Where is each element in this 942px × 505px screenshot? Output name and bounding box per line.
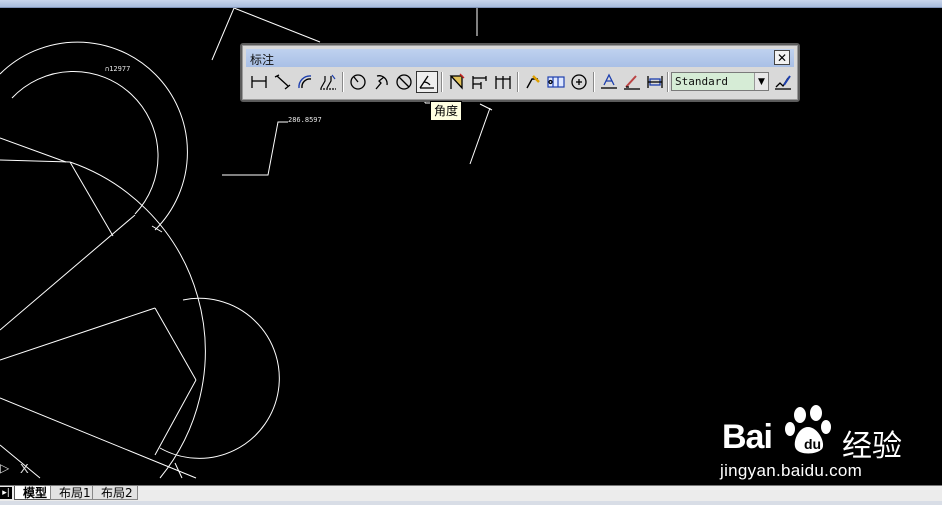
dim-text-arc: ∩12977 bbox=[105, 65, 131, 73]
arc-length-button[interactable] bbox=[294, 71, 316, 93]
toolbar-button-row: Standard ▼ bbox=[248, 70, 792, 96]
line-3 bbox=[69, 161, 114, 237]
close-icon: ✕ bbox=[776, 50, 788, 65]
chevron-down-icon[interactable]: ▼ bbox=[754, 73, 768, 90]
line-top-4 bbox=[469, 107, 491, 165]
tab-nav-arrow-icon[interactable]: ▸| bbox=[0, 487, 12, 499]
ucs-arrow-icon: ▷ bbox=[0, 461, 10, 475]
dimension-text-edit-icon bbox=[624, 75, 640, 90]
center-mark-button[interactable] bbox=[568, 71, 590, 93]
toolbar-close-button[interactable]: ✕ bbox=[774, 50, 790, 65]
angular-dimension-icon bbox=[419, 75, 434, 89]
dim-tick bbox=[151, 225, 163, 233]
center-mark-icon bbox=[571, 74, 587, 90]
baseline-dimension-icon bbox=[472, 76, 487, 89]
ordinate-dimension-button[interactable] bbox=[317, 71, 339, 93]
diameter-dimension-icon bbox=[396, 74, 412, 90]
dim-text-length: 286.8597 bbox=[288, 116, 322, 124]
radius-dimension-button[interactable] bbox=[347, 71, 369, 93]
leader-line bbox=[222, 121, 288, 176]
baidu-paw-icon: du bbox=[785, 405, 831, 454]
ucs-x-label: X bbox=[20, 461, 29, 476]
arc-length-icon bbox=[298, 75, 312, 89]
tab-model-label: 模型 bbox=[23, 486, 48, 500]
tab-layout1[interactable]: 布局1 bbox=[50, 486, 96, 500]
dimension-text-edit-button[interactable] bbox=[621, 71, 643, 93]
paw-du-text: du bbox=[804, 436, 821, 452]
toolbar-separator bbox=[593, 72, 595, 92]
quick-leader-button[interactable] bbox=[522, 71, 544, 93]
line-1 bbox=[0, 137, 67, 163]
dimension-style-icon bbox=[775, 75, 791, 90]
jogged-dimension-icon bbox=[375, 75, 388, 90]
continue-dimension-icon bbox=[495, 76, 511, 89]
line-5 bbox=[0, 307, 156, 361]
tab-layout1-label: 布局1 bbox=[59, 486, 91, 500]
diameter-dimension-button[interactable] bbox=[393, 71, 415, 93]
tolerance-button[interactable] bbox=[545, 71, 567, 93]
quick-dimension-icon bbox=[449, 73, 465, 90]
toolbar-separator bbox=[342, 72, 344, 92]
tooltip-angular: 角度 bbox=[430, 101, 463, 121]
linear-dimension-icon bbox=[251, 76, 267, 88]
quick-dimension-button[interactable] bbox=[446, 71, 468, 93]
toolbar-separator bbox=[517, 72, 519, 92]
dimension-update-icon bbox=[647, 76, 663, 88]
radius-dimension-icon bbox=[350, 74, 366, 90]
tab-model[interactable]: 模型 bbox=[14, 486, 53, 500]
layout-tab-bar: ▸| 模型 布局1 布局2 bbox=[0, 485, 942, 505]
arc-outer bbox=[0, 41, 188, 231]
line-2 bbox=[0, 159, 71, 163]
line-top-5 bbox=[479, 103, 493, 111]
line-top-1 bbox=[211, 8, 235, 61]
aligned-dimension-icon bbox=[274, 74, 291, 90]
continue-dimension-button[interactable] bbox=[492, 71, 514, 93]
dimension-toolbar[interactable]: 标注 ✕ Standard ▼ bbox=[240, 43, 800, 102]
dimension-update-button[interactable] bbox=[644, 71, 666, 93]
arc-right-circle bbox=[159, 297, 280, 459]
quick-leader-icon bbox=[526, 75, 540, 89]
ordinate-dimension-icon bbox=[320, 74, 336, 90]
dimension-style-value: Standard bbox=[675, 75, 728, 88]
dimension-edit-icon bbox=[601, 73, 617, 89]
line-7 bbox=[0, 397, 197, 479]
line-6 bbox=[154, 307, 197, 381]
line-8 bbox=[154, 379, 197, 456]
line-4 bbox=[0, 214, 136, 331]
tab-layout2-label: 布局2 bbox=[101, 486, 133, 500]
aligned-dimension-button[interactable] bbox=[271, 71, 293, 93]
dimension-style-select[interactable]: Standard ▼ bbox=[671, 72, 769, 91]
baseline-dimension-button[interactable] bbox=[469, 71, 491, 93]
tab-layout2[interactable]: 布局2 bbox=[92, 486, 138, 500]
toolbar-separator bbox=[441, 72, 443, 92]
tolerance-icon bbox=[547, 76, 565, 88]
watermark-cn: 经验 bbox=[842, 429, 902, 464]
dimension-edit-button[interactable] bbox=[598, 71, 620, 93]
watermark-brand: Bai bbox=[722, 418, 773, 456]
line-10 bbox=[174, 462, 183, 479]
toolbar-title: 标注 bbox=[250, 53, 275, 67]
status-strip bbox=[0, 501, 942, 505]
linear-dimension-button[interactable] bbox=[248, 71, 270, 93]
angular-dimension-button[interactable] bbox=[416, 71, 438, 93]
toolbar-titlebar[interactable]: 标注 ✕ bbox=[246, 49, 794, 67]
arc-large-right bbox=[69, 161, 206, 479]
baidu-watermark: du Bai 经验 jingyan.baidu.com bbox=[720, 400, 940, 485]
toolbar-separator bbox=[667, 72, 669, 92]
dimension-style-button[interactable] bbox=[772, 71, 794, 93]
watermark-url: jingyan.baidu.com bbox=[720, 461, 863, 480]
line-top-2 bbox=[233, 8, 321, 43]
jogged-dimension-button[interactable] bbox=[370, 71, 392, 93]
window-top-strip bbox=[0, 0, 942, 8]
arc-inner bbox=[11, 70, 159, 215]
